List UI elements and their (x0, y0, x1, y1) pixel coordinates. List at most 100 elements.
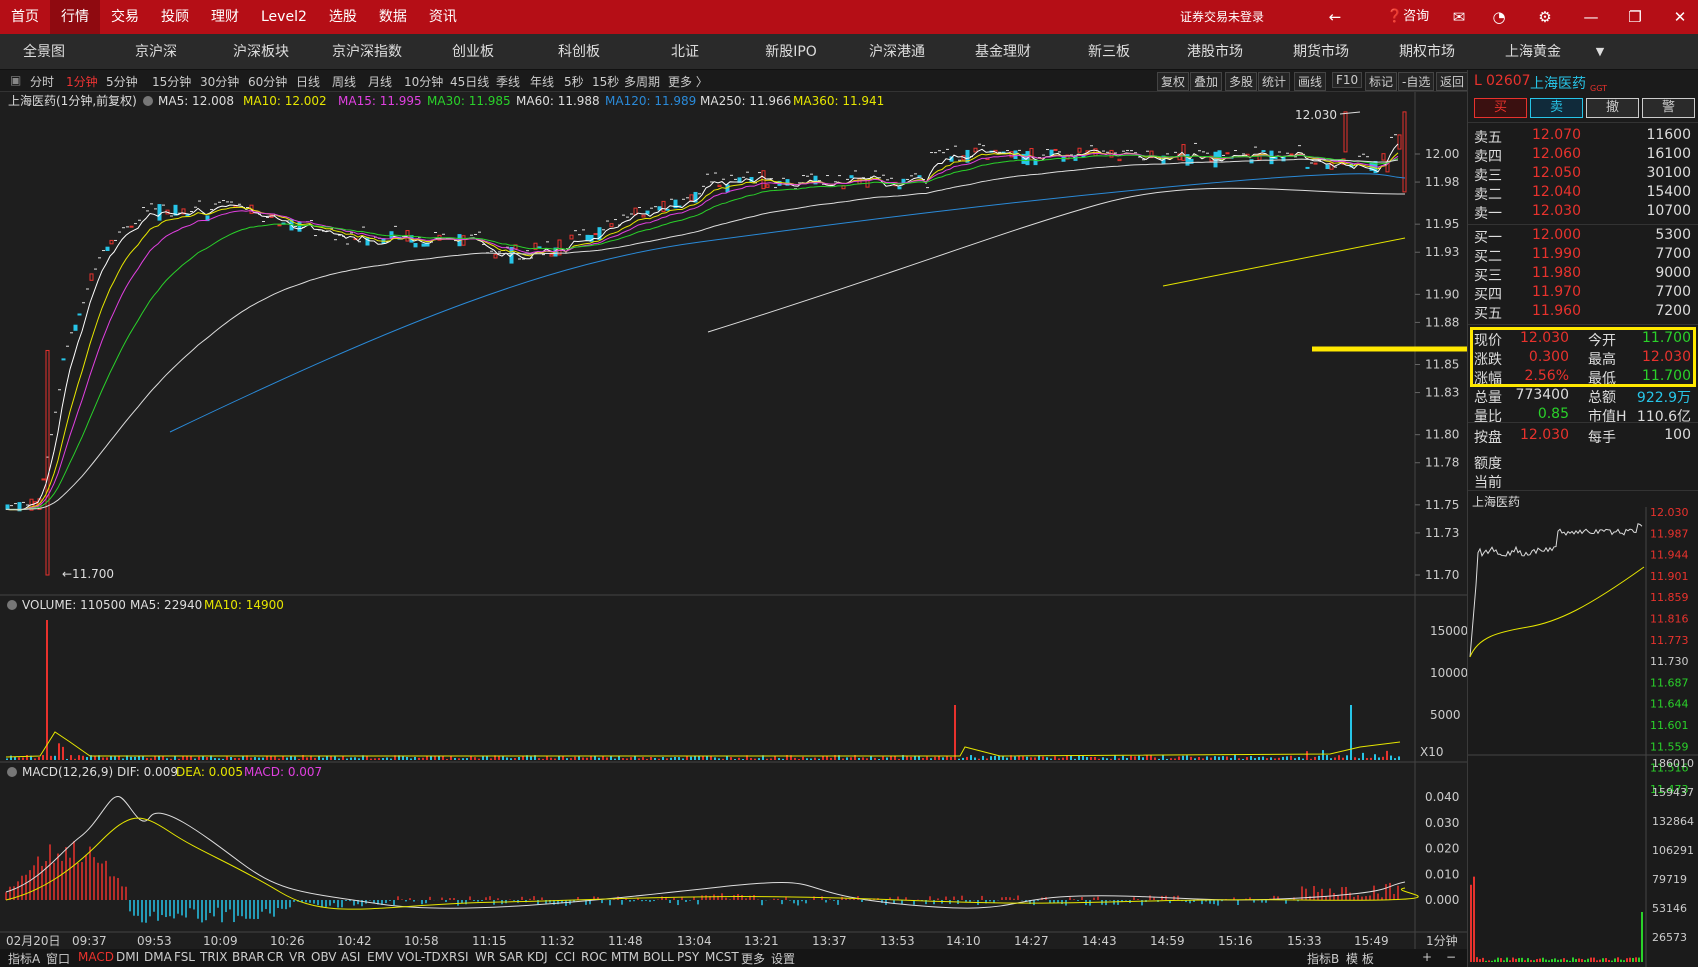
indicator-tab[interactable]: CCI (555, 950, 575, 964)
alert-button[interactable]: 警 (1642, 98, 1695, 118)
indicator-tab[interactable]: TRIX (200, 950, 227, 964)
subnav-item[interactable]: 沪深板块 (212, 34, 310, 70)
toolbar-button[interactable]: 标记 (1365, 72, 1398, 91)
toolbar-button[interactable]: 返回 (1436, 72, 1469, 91)
indicator-tab[interactable]: FSL (174, 950, 195, 964)
top-menu-item[interactable]: 交易 (100, 0, 150, 34)
skin-icon[interactable]: ◔ (1484, 0, 1514, 34)
period-tab[interactable]: 30分钟 (200, 73, 239, 90)
top-menu-item[interactable]: 行情 (50, 0, 100, 34)
period-tab[interactable]: 年线 (530, 73, 554, 90)
top-menu-item[interactable]: 选股 (318, 0, 368, 34)
period-tab[interactable]: 15分钟 (152, 73, 191, 90)
indicator-tab[interactable]: 设置 (771, 950, 795, 967)
layout-toggle-icon[interactable]: ▣ (10, 73, 21, 87)
minimize-icon[interactable]: — (1576, 0, 1606, 34)
toolbar-button[interactable]: -自选 (1398, 72, 1435, 91)
template-tab[interactable]: 模 板 (1346, 950, 1374, 967)
indicator-tab[interactable]: OBV (311, 950, 337, 964)
zoom-in-button[interactable]: + (1422, 950, 1432, 964)
toolbar-button[interactable]: 多股 (1225, 72, 1258, 91)
top-menu-item[interactable]: 数据 (368, 0, 418, 34)
cancel-order-button[interactable]: 撤 (1586, 98, 1639, 118)
subnav-item[interactable]: 北证 (636, 34, 734, 70)
top-menu-item[interactable]: 投顾 (150, 0, 200, 34)
indicator-tab[interactable]: BRAR (232, 950, 265, 964)
top-menu-item[interactable]: 首页 (0, 0, 50, 34)
indicator-tab[interactable]: DMI (116, 950, 139, 964)
indicator-tab[interactable]: DMA (144, 950, 172, 964)
period-tab[interactable]: 45日线 (450, 73, 489, 90)
indicator-tab[interactable]: VOL-TDX (397, 950, 449, 964)
volume-bar (226, 756, 228, 760)
period-tab[interactable]: 1分钟 (66, 73, 98, 90)
period-tab[interactable]: 月线 (368, 73, 392, 90)
period-tab[interactable]: 更多 〉 (668, 73, 708, 90)
indicator-tab[interactable]: 指标A (8, 950, 40, 967)
indicator-tab[interactable]: BOLL (643, 950, 674, 964)
period-tab[interactable]: 周线 (332, 73, 356, 90)
subnav-more-dropdown-icon[interactable]: ▼ (1585, 34, 1615, 70)
indicator-tab[interactable]: ASI (341, 950, 360, 964)
mail-icon[interactable]: ✉ (1444, 0, 1474, 34)
login-status[interactable]: 证券交易未登录 (1180, 0, 1264, 34)
toolbar-button[interactable]: 叠加 (1190, 72, 1223, 91)
subnav-item[interactable]: 基金理财 (954, 34, 1052, 70)
period-tab[interactable]: 多周期 (624, 73, 660, 90)
volume-settings-icon[interactable] (7, 600, 17, 610)
subnav-item[interactable]: 上海黄金 (1484, 34, 1582, 70)
subnav-item[interactable]: 创业板 (424, 34, 522, 70)
top-menu-item[interactable]: 理财 (200, 0, 250, 34)
subnav-item[interactable]: 京沪深 (107, 34, 205, 70)
subnav-item[interactable]: 科创板 (530, 34, 628, 70)
indicator-tab[interactable]: MTM (611, 950, 639, 964)
indicator-b-tab[interactable]: 指标B (1307, 950, 1339, 967)
buy-button[interactable]: 买 (1474, 98, 1527, 118)
toolbar-button[interactable]: 画线 (1294, 72, 1327, 91)
toolbar-button[interactable]: F10 (1332, 72, 1363, 88)
sell-button[interactable]: 卖 (1530, 98, 1583, 118)
top-menu-item[interactable]: 资讯 (418, 0, 468, 34)
macd-settings-icon[interactable] (7, 767, 17, 777)
subnav-item[interactable]: 港股市场 (1166, 34, 1264, 70)
period-tab[interactable]: 60分钟 (248, 73, 287, 90)
close-icon[interactable]: ✕ (1665, 0, 1695, 34)
period-tab[interactable]: 15秒 (592, 73, 619, 90)
subnav-item[interactable]: 新股IPO (742, 34, 840, 70)
period-tab[interactable]: 5秒 (564, 73, 584, 90)
subnav-item[interactable]: 新三板 (1060, 34, 1158, 70)
subnav-item[interactable]: 京沪深指数 (318, 34, 416, 70)
back-icon[interactable]: ← (1320, 0, 1350, 34)
indicator-tab[interactable]: 窗口 (46, 950, 70, 967)
settings-gear-icon[interactable]: ⚙ (1530, 0, 1560, 34)
indicator-tab[interactable]: CR (267, 950, 284, 964)
period-tab[interactable]: 5分钟 (106, 73, 138, 90)
indicator-tab[interactable]: MCST (705, 950, 739, 964)
indicator-tab[interactable]: WR (475, 950, 495, 964)
period-tab[interactable]: 10分钟 (404, 73, 443, 90)
period-tab[interactable]: 季线 (496, 73, 520, 90)
indicator-tab[interactable]: ROC (581, 950, 607, 964)
period-tab[interactable]: 日线 (296, 73, 320, 90)
subnav-item[interactable]: 期权市场 (1378, 34, 1476, 70)
consult-button[interactable]: ❓咨询 (1368, 0, 1448, 34)
subnav-item[interactable]: 期货市场 (1272, 34, 1370, 70)
restore-icon[interactable]: ❐ (1620, 0, 1650, 34)
toolbar-button[interactable]: 统计 (1258, 72, 1291, 91)
indicator-tab[interactable]: VR (289, 950, 306, 964)
indicator-tab[interactable]: KDJ (527, 950, 548, 964)
chart-settings-icon[interactable] (143, 96, 153, 106)
indicator-tab[interactable]: RSI (449, 950, 469, 964)
indicator-tab[interactable]: MACD (78, 950, 114, 964)
indicator-tab[interactable]: 更多 (741, 950, 765, 967)
indicator-tab[interactable]: SAR (499, 950, 523, 964)
subnav-item[interactable]: 沪深港通 (848, 34, 946, 70)
stock-name[interactable]: 上海医药 (1530, 73, 1586, 93)
zoom-out-button[interactable]: − (1446, 950, 1456, 964)
toolbar-button[interactable]: 复权 (1157, 72, 1190, 91)
period-tab[interactable]: 分时 (30, 73, 54, 90)
subnav-item[interactable]: 全景图 (0, 34, 88, 70)
indicator-tab[interactable]: EMV (367, 950, 393, 964)
indicator-tab[interactable]: PSY (677, 950, 699, 964)
top-menu-item[interactable]: Level2 (250, 0, 318, 34)
